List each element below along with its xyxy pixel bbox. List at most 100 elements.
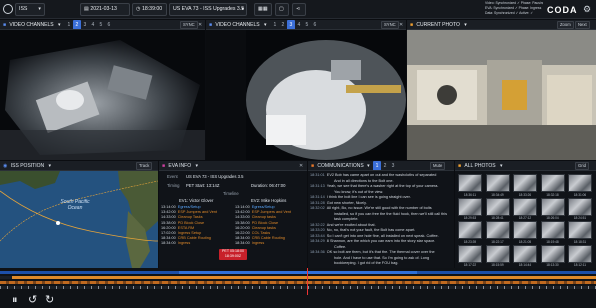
- channel-6[interactable]: 6: [105, 20, 113, 29]
- chevron-down-icon[interactable]: ▾: [58, 22, 61, 28]
- pet-badge-time: 18:39:00Z: [224, 254, 242, 258]
- photo-zoom-button[interactable]: Zoom: [557, 21, 574, 29]
- photo-thumbnail[interactable]: [568, 244, 592, 263]
- chevron-down-icon[interactable]: ▾: [464, 22, 467, 28]
- share-button[interactable]: ⋖: [292, 3, 306, 16]
- comm-text: Yeah, we see that there's a washer right…: [326, 184, 439, 188]
- photo-next-button[interactable]: Next: [575, 21, 590, 29]
- photo-thumbnail[interactable]: [458, 244, 482, 263]
- channel-4[interactable]: 4: [295, 20, 303, 29]
- mute-button[interactable]: Mute: [430, 162, 446, 170]
- track-button[interactable]: Track: [136, 162, 153, 170]
- photo-thumbnail[interactable]: [458, 174, 482, 192]
- event-selector[interactable]: US EVA 73 - ISS Upgrades 3.5 ▾: [169, 3, 247, 16]
- photo-thumbnail[interactable]: [540, 221, 565, 239]
- video-feed-2[interactable]: [206, 30, 406, 160]
- video-feed-2-image: [206, 30, 406, 160]
- photo-thumbnail[interactable]: [568, 221, 592, 239]
- chevron-down-icon[interactable]: ▾: [264, 22, 267, 28]
- comm-message: 18:31:01 EV2 Bob has came apart on out an…: [308, 173, 452, 177]
- video-panel-1-header: ■ VIDEO CHANNELS ▾ 123456 SYNC ✕: [0, 20, 205, 30]
- chevron-down-icon[interactable]: ▾: [196, 163, 199, 169]
- close-icon[interactable]: ✕: [198, 20, 202, 29]
- pause-button[interactable]: ⏸: [12, 295, 18, 306]
- photo-thumbnail[interactable]: [458, 197, 482, 216]
- photo-thumbnail[interactable]: [458, 221, 482, 239]
- channel-5[interactable]: 5: [97, 20, 105, 29]
- photo-thumbnail[interactable]: [568, 174, 592, 192]
- globe-icon[interactable]: [3, 4, 13, 14]
- comm-time: 18:32:22: [310, 222, 325, 227]
- chevron-down-icon[interactable]: ▾: [500, 163, 503, 169]
- status-lines: Video: Synchronized ✓ Phase: Pausing EVA…: [485, 1, 543, 16]
- comm-page-2[interactable]: 2: [381, 161, 389, 170]
- photo-thumbnail[interactable]: [540, 244, 565, 263]
- comm-page-1[interactable]: 1: [373, 161, 382, 170]
- timeline-entry-time: 16:20:00: [235, 225, 250, 230]
- photo-thumbnail[interactable]: [485, 221, 510, 239]
- app-selector[interactable]: ISS ▾: [15, 3, 45, 16]
- save-button[interactable]: ▢: [275, 3, 289, 16]
- playback-timeline[interactable]: [0, 268, 596, 308]
- close-icon[interactable]: ✕: [399, 20, 403, 29]
- photo-thumbnail[interactable]: [513, 197, 537, 216]
- grid-button[interactable]: Grid: [575, 162, 589, 170]
- date-value: 2021-03-13: [90, 6, 117, 12]
- current-photo[interactable]: [407, 30, 596, 160]
- iss-map[interactable]: South Pacific Ocean: [0, 171, 158, 268]
- photo-thumbnail-caption: 18:17:22: [463, 263, 477, 267]
- channel-5[interactable]: 5: [303, 20, 311, 29]
- photo-thumbnail[interactable]: [540, 197, 565, 216]
- video-feed-1[interactable]: [0, 30, 205, 160]
- channel-2[interactable]: 2: [72, 20, 81, 29]
- iss-map-image: [0, 171, 158, 268]
- photo-thumbnail-caption: 18:14:44: [518, 263, 532, 267]
- photo-thumbnail[interactable]: [513, 221, 537, 239]
- timeline-entry-time: 17:02:00: [161, 231, 176, 235]
- channel-6[interactable]: 6: [311, 20, 319, 29]
- sync-button[interactable]: SYNC: [180, 21, 198, 29]
- comm-message: You know, it's out of the view.: [308, 190, 452, 194]
- photo-thumbnail[interactable]: [540, 174, 565, 192]
- chevron-down-icon[interactable]: ▾: [49, 163, 52, 169]
- time-picker[interactable]: ◷ 18:39:00: [132, 3, 167, 16]
- photo-thumbnail[interactable]: [513, 174, 537, 192]
- communications-log[interactable]: 18:31:01 EV2 Bob has came apart on out an…: [308, 171, 454, 268]
- photo-thumbnail[interactable]: [485, 174, 510, 192]
- timeline-entry-time: 14:33:00: [235, 215, 250, 220]
- timeline-track-photos: [0, 286, 596, 289]
- sync-button[interactable]: SYNC: [381, 21, 399, 29]
- chevron-down-icon[interactable]: ▾: [367, 163, 370, 169]
- comm-message: And in all directions to the Bolt one.: [308, 179, 452, 183]
- photo-thumbnail-caption: 18:26:04: [546, 216, 559, 220]
- comm-time: 18:31:01: [310, 173, 325, 177]
- photo-thumbnail[interactable]: [513, 244, 537, 263]
- timeline-entry-time: 13:42:00: [235, 210, 250, 215]
- channel-3[interactable]: 3: [81, 20, 89, 29]
- forward-button[interactable]: ↻: [45, 295, 54, 306]
- timeline-entry-time: 15:38:00: [235, 220, 250, 225]
- date-picker[interactable]: ▤ 2021-03-13: [80, 3, 130, 16]
- photo-thumbnail-caption: 18:12:11: [573, 263, 587, 267]
- photo-thumbnail[interactable]: [485, 197, 510, 216]
- playhead[interactable]: [307, 268, 308, 295]
- rewind-button[interactable]: ↺: [28, 295, 37, 306]
- channel-1[interactable]: 1: [65, 20, 73, 29]
- channel-1[interactable]: 1: [271, 20, 279, 29]
- comm-time: 18:33:20: [310, 228, 325, 232]
- photo-thumbnail[interactable]: [485, 244, 510, 263]
- timeline-entry-time: 13:14:00: [235, 205, 250, 209]
- channel-2[interactable]: 2: [279, 20, 287, 29]
- close-icon[interactable]: ✕: [299, 161, 303, 170]
- settings-icon[interactable]: ⚙: [583, 4, 591, 14]
- event-label: Event: [167, 174, 178, 179]
- comm-time: 18:34:36: [310, 250, 325, 254]
- channel-3[interactable]: 3: [286, 20, 295, 29]
- photo-thumbnail[interactable]: [568, 197, 592, 216]
- comm-time: 18:32:02: [310, 206, 325, 210]
- comm-page-3[interactable]: 3: [389, 161, 397, 170]
- track-label: Track: [139, 163, 150, 168]
- photo-thumbnail-caption: 18:15:59: [491, 263, 504, 267]
- layout-button[interactable]: ▦▦: [254, 3, 272, 16]
- channel-4[interactable]: 4: [89, 20, 97, 29]
